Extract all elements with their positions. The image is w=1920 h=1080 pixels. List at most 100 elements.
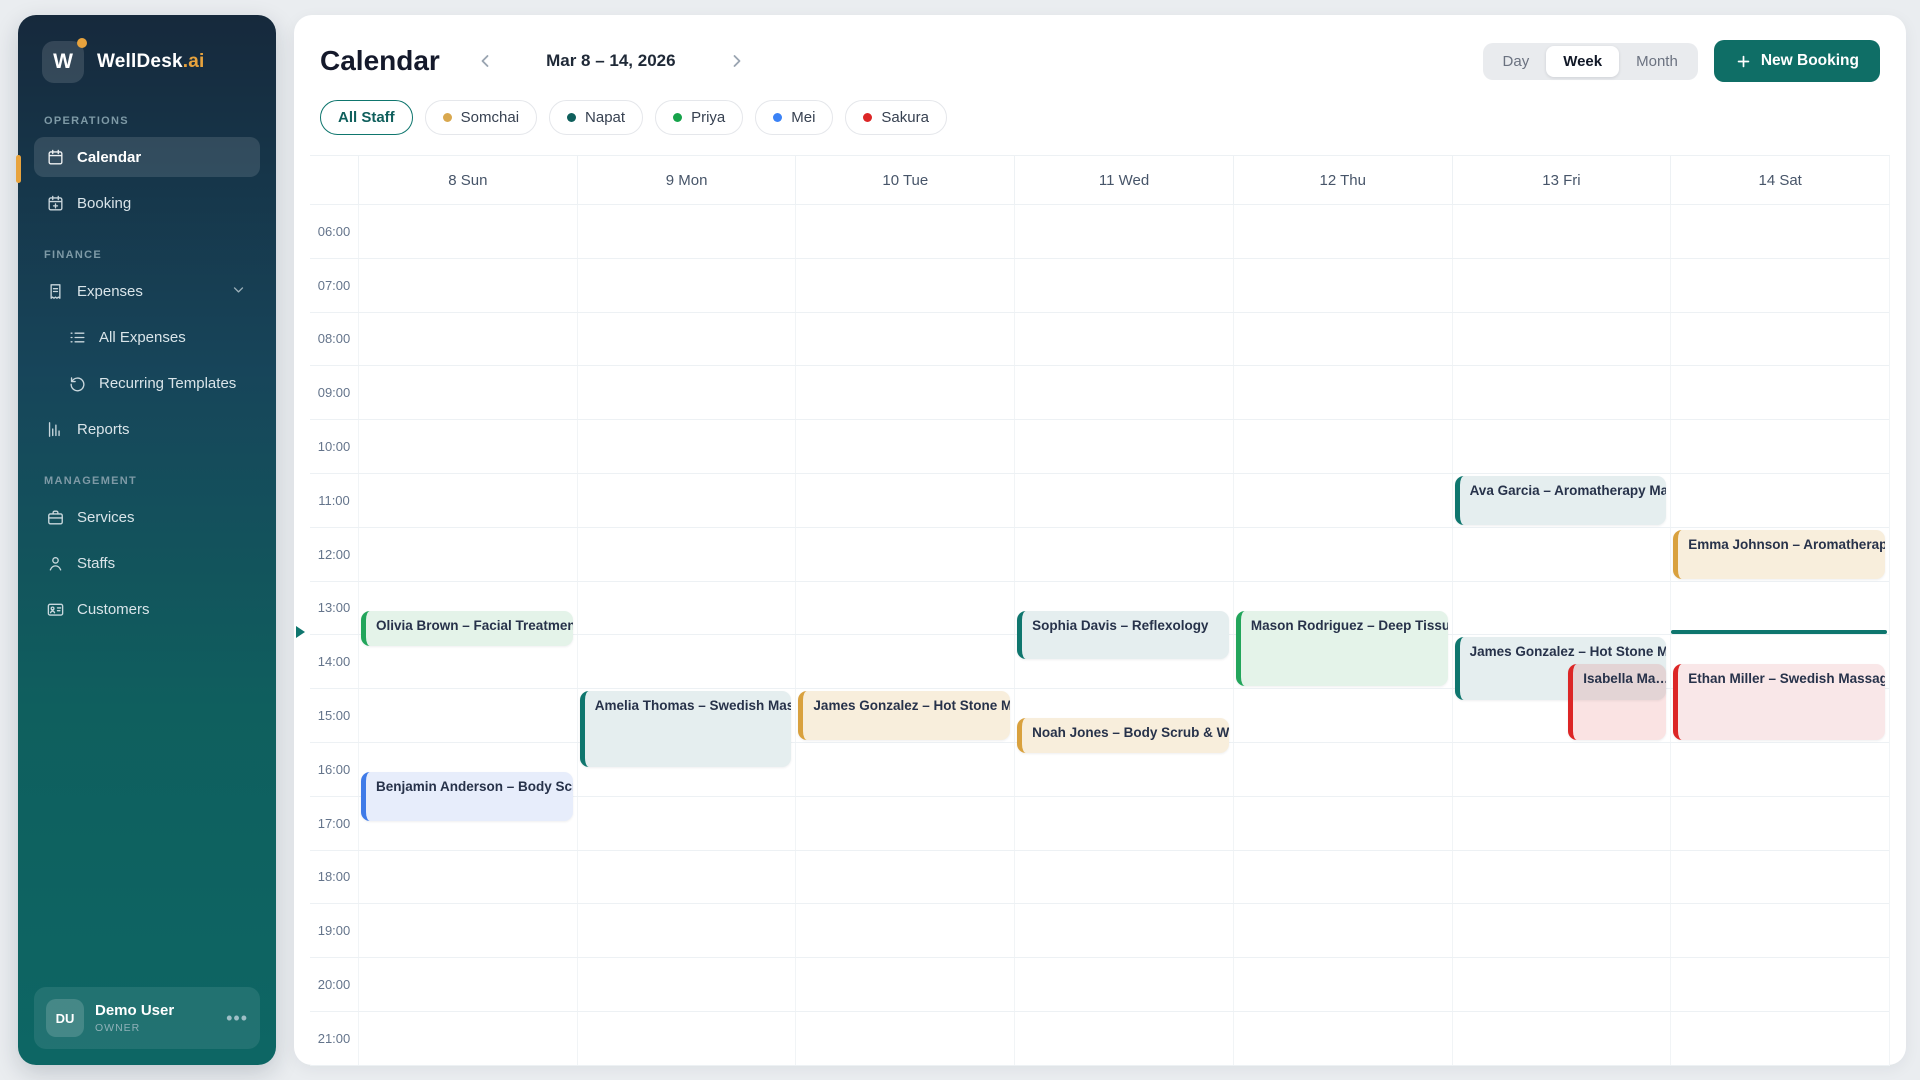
sidebar-item-label: Services (77, 509, 135, 526)
event[interactable]: Sophia Davis – Reflexology (1017, 611, 1229, 660)
event[interactable]: James Gonzalez – Hot Stone M… (798, 691, 1010, 740)
sidebar-item-label: Customers (77, 601, 150, 618)
topbar: Calendar Mar 8 – 14, 2026 DayWeekMonth N… (320, 39, 1880, 83)
filter-staff-somchai[interactable]: Somchai (425, 100, 537, 135)
staff-color-dot (773, 113, 782, 122)
view-option-day[interactable]: Day (1486, 46, 1547, 77)
hour-label: 17:00 (310, 797, 358, 850)
logo-letter: W (53, 50, 73, 74)
user-icon (46, 554, 65, 573)
brand-suffix: .ai (183, 51, 205, 72)
day-header-10-tue: 10 Tue (795, 156, 1014, 204)
sidebar-item-recurring-templates[interactable]: Recurring Templates (34, 363, 260, 403)
day-header-11-wed: 11 Wed (1014, 156, 1233, 204)
date-range-label: Mar 8 – 14, 2026 (502, 51, 720, 71)
prev-week-button[interactable] (468, 44, 502, 78)
sidebar-item-expenses[interactable]: Expenses (34, 271, 260, 311)
logo-dot (77, 38, 87, 48)
staff-chip-label: Priya (691, 109, 725, 126)
day-header-9-mon: 9 Mon (577, 156, 796, 204)
sidebar-item-booking[interactable]: Booking (34, 183, 260, 223)
sidebar-item-label: Booking (77, 195, 131, 212)
calendar-panel: Calendar Mar 8 – 14, 2026 DayWeekMonth N… (294, 15, 1906, 1065)
section-label: MANAGEMENT (44, 475, 250, 487)
sidebar-item-services[interactable]: Services (34, 497, 260, 537)
sidebar-item-reports[interactable]: Reports (34, 409, 260, 449)
view-option-week[interactable]: Week (1546, 46, 1619, 77)
sidebar-item-customers[interactable]: Customers (34, 589, 260, 629)
day-header-13-fri: 13 Fri (1452, 156, 1671, 204)
event-title: Olivia Brown – Facial Treatment (376, 618, 573, 633)
sidebar-item-calendar[interactable]: Calendar (34, 137, 260, 177)
event[interactable]: Isabella Ma… (1568, 664, 1666, 740)
event-title: Isabella Ma… (1583, 671, 1666, 686)
event-title: Mason Rodriguez – Deep Tissu… (1251, 618, 1448, 633)
staff-color-dot (673, 113, 682, 122)
event-title: Benjamin Anderson – Body Scr… (376, 779, 573, 794)
filter-staff-napat[interactable]: Napat (549, 100, 643, 135)
receipt-icon (46, 282, 65, 301)
event-title: Emma Johnson – Aromatherap… (1688, 537, 1885, 552)
active-nav-indicator (16, 155, 21, 183)
filter-staff-priya[interactable]: Priya (655, 100, 743, 135)
calendar-plus-icon (46, 194, 65, 213)
view-switcher: DayWeekMonth (1483, 43, 1698, 80)
calendar-icon (46, 148, 65, 167)
sidebar-item-all-expenses[interactable]: All Expenses (34, 317, 260, 357)
hour-label: 11:00 (310, 474, 358, 527)
event[interactable]: Benjamin Anderson – Body Scr… (361, 772, 573, 821)
time-gutter-header (310, 156, 358, 204)
event[interactable]: Mason Rodriguez – Deep Tissu… (1236, 611, 1448, 687)
filter-staff-sakura[interactable]: Sakura (845, 100, 947, 135)
hour-label: 06:00 (310, 205, 358, 258)
hour-label: 18:00 (310, 851, 358, 904)
date-navigation: Mar 8 – 14, 2026 (468, 44, 754, 78)
new-booking-button[interactable]: New Booking (1714, 40, 1880, 82)
day-header-row: 8 Sun9 Mon10 Tue11 Wed12 Thu13 Fri14 Sat (310, 155, 1890, 205)
event-title: Ava Garcia – Aromatherapy Ma… (1470, 483, 1667, 498)
hour-label: 10:00 (310, 420, 358, 473)
hour-label: 19:00 (310, 904, 358, 957)
event[interactable]: Noah Jones – Body Scrub & Wr… (1017, 718, 1229, 753)
filter-all-staff[interactable]: All Staff (320, 100, 413, 135)
user-name: Demo User (95, 1002, 174, 1019)
user-role: OWNER (95, 1022, 174, 1034)
staff-chip-label: Somchai (461, 109, 519, 126)
current-time-line (1671, 630, 1887, 635)
hour-label: 09:00 (310, 366, 358, 419)
avatar: DU (46, 999, 84, 1037)
sidebar: W WellDesk.ai OPERATIONSCalendarBookingF… (18, 15, 276, 1065)
staff-color-dot (567, 113, 576, 122)
hour-label: 15:00 (310, 689, 358, 742)
event[interactable]: Ethan Miller – Swedish Massage (1673, 664, 1885, 740)
brand-name: WellDesk.ai (97, 51, 204, 73)
sidebar-item-staffs[interactable]: Staffs (34, 543, 260, 583)
sidebar-item-label: Recurring Templates (99, 375, 236, 392)
event[interactable]: Olivia Brown – Facial Treatment (361, 611, 573, 646)
current-time-marker (296, 626, 305, 638)
event[interactable]: Ava Garcia – Aromatherapy Ma… (1455, 476, 1667, 525)
user-card[interactable]: DU Demo User OWNER ••• (34, 987, 260, 1049)
hour-label: 16:00 (310, 743, 358, 796)
staff-color-dot (443, 113, 452, 122)
filter-staff-mei[interactable]: Mei (755, 100, 833, 135)
briefcase-icon (46, 508, 65, 527)
event[interactable]: Amelia Thomas – Swedish Mas… (580, 691, 792, 767)
day-header-14-sat: 14 Sat (1670, 156, 1889, 204)
event[interactable]: Emma Johnson – Aromatherap… (1673, 530, 1885, 579)
chevron-down-icon (229, 280, 248, 299)
hour-label: 14:00 (310, 635, 358, 688)
chevron-left-icon (475, 51, 495, 71)
ellipsis-icon[interactable]: ••• (226, 1008, 248, 1029)
sidebar-item-label: All Expenses (99, 329, 186, 346)
hour-label: 21:00 (310, 1012, 358, 1065)
section-label: OPERATIONS (44, 115, 250, 127)
week-grid: 8 Sun9 Mon10 Tue11 Wed12 Thu13 Fri14 Sat… (310, 155, 1890, 1066)
view-option-month[interactable]: Month (1619, 46, 1695, 77)
page-title: Calendar (320, 45, 440, 77)
sidebar-item-label: Staffs (77, 555, 115, 572)
event-title: Amelia Thomas – Swedish Mas… (595, 698, 792, 713)
next-week-button[interactable] (720, 44, 754, 78)
hour-label: 12:00 (310, 528, 358, 581)
staff-color-dot (863, 113, 872, 122)
